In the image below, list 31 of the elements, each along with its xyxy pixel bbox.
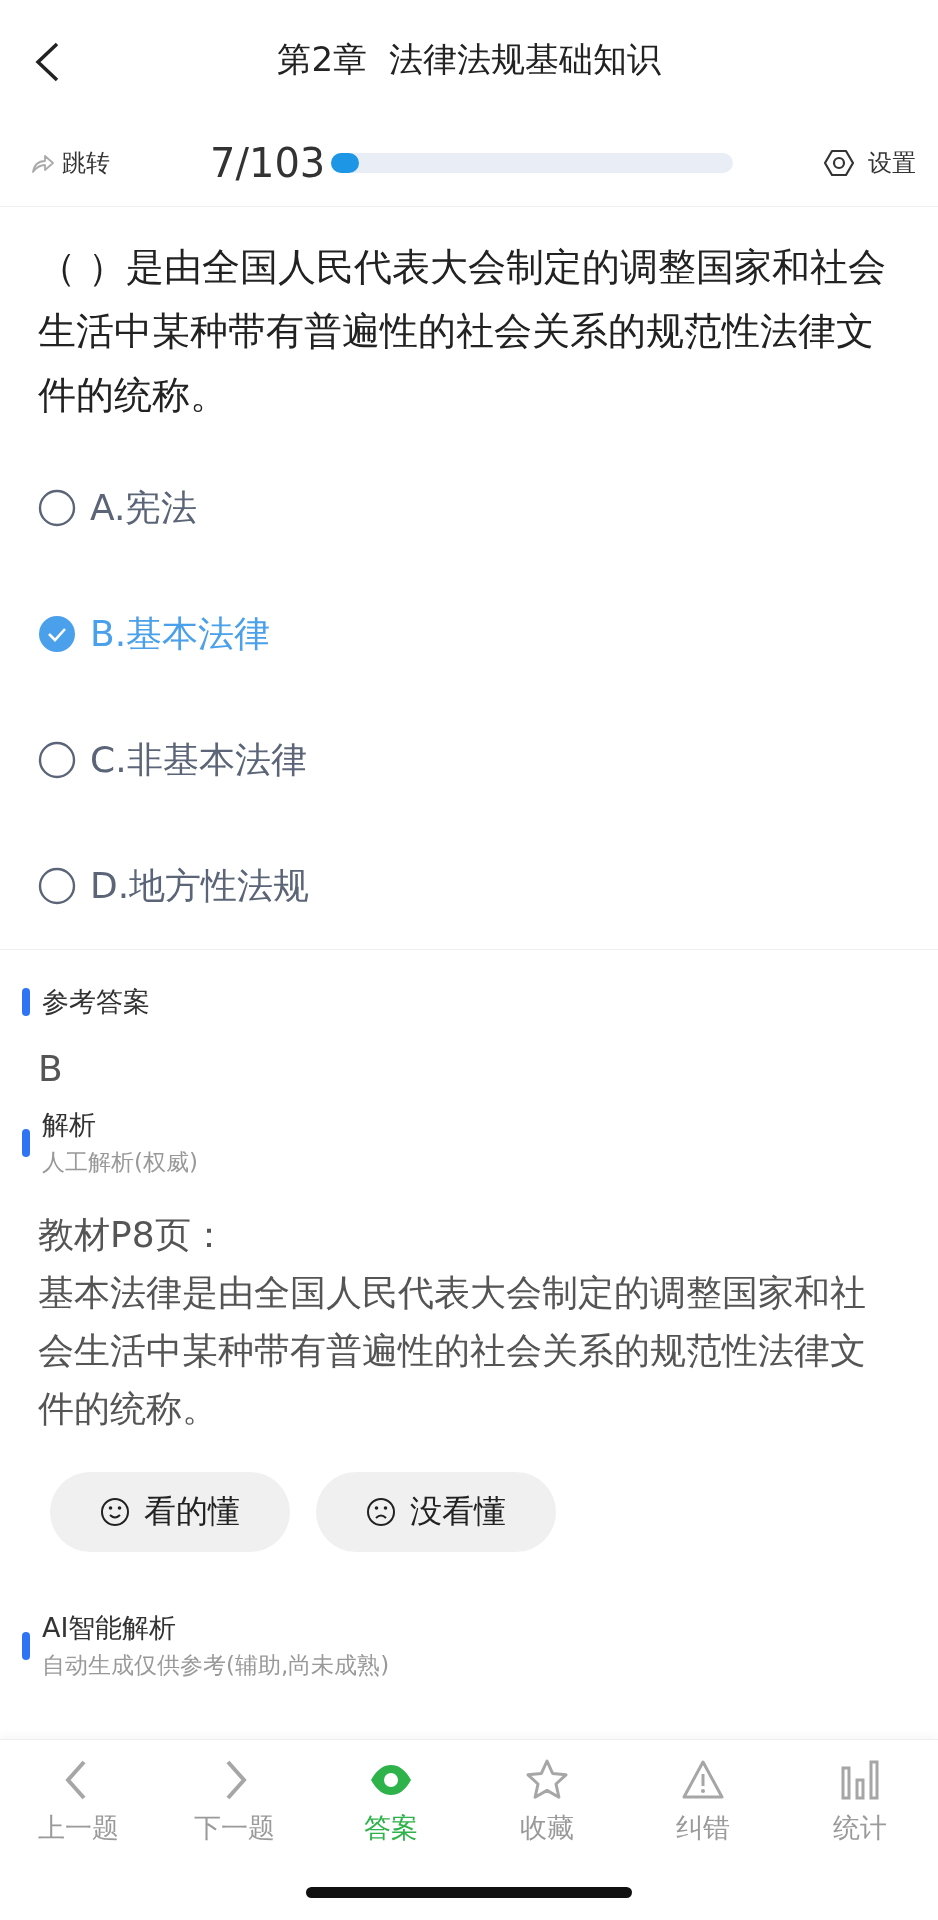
section-title: 参考答案	[42, 985, 150, 1019]
feedback-button[interactable]: 看的懂	[50, 1472, 290, 1552]
section-subtitle: 人工解析(权威)	[42, 1148, 198, 1177]
option-label[interactable]: D.地方性法规	[90, 861, 310, 911]
frown-icon	[366, 1497, 396, 1527]
progress-count: 7/103	[210, 140, 326, 186]
jump-link[interactable]: 跳转	[62, 147, 110, 179]
section-marker	[22, 1631, 30, 1660]
star-icon	[525, 1758, 570, 1802]
smiley-icon	[100, 1497, 130, 1527]
option-label[interactable]: A.宪法	[90, 483, 198, 533]
checked-radio-icon[interactable]	[38, 615, 76, 653]
analysis-text: 基本法律是由全国人民代表大会制定的调整国家和社会生活中某种带有普遍性的社会关系的规范性法律文件的统称。	[38, 1271, 867, 1431]
radio-icon[interactable]	[38, 867, 76, 905]
option-label[interactable]: C.非基本法律	[90, 735, 307, 785]
section-marker	[22, 988, 30, 1016]
section-title: 解析	[42, 1109, 96, 1140]
settings-link[interactable]: 设置	[868, 147, 916, 179]
chapter-title: 第2章 法律法规基础知识	[277, 38, 661, 81]
question-text: （ ）是由全国人民代表大会制定的调整国家和社会生活中某种带有普遍性的社会关系的规范性法律文件的统称。	[38, 244, 888, 419]
radio-icon[interactable]	[38, 741, 76, 779]
section-marker	[22, 1128, 30, 1157]
back-icon[interactable]	[34, 42, 60, 82]
section-subtitle: 自动生成仅供参考(辅助,尚未成熟)	[42, 1651, 390, 1680]
answer-value: B	[38, 1048, 64, 1089]
settings-icon	[824, 148, 854, 178]
section-title: AI智能解析	[42, 1612, 177, 1643]
analysis-text: 教材P8页：	[38, 1213, 228, 1257]
feedback-button[interactable]: 没看懂	[316, 1472, 556, 1552]
warning-icon	[681, 1758, 726, 1802]
radio-icon[interactable]	[38, 489, 76, 527]
